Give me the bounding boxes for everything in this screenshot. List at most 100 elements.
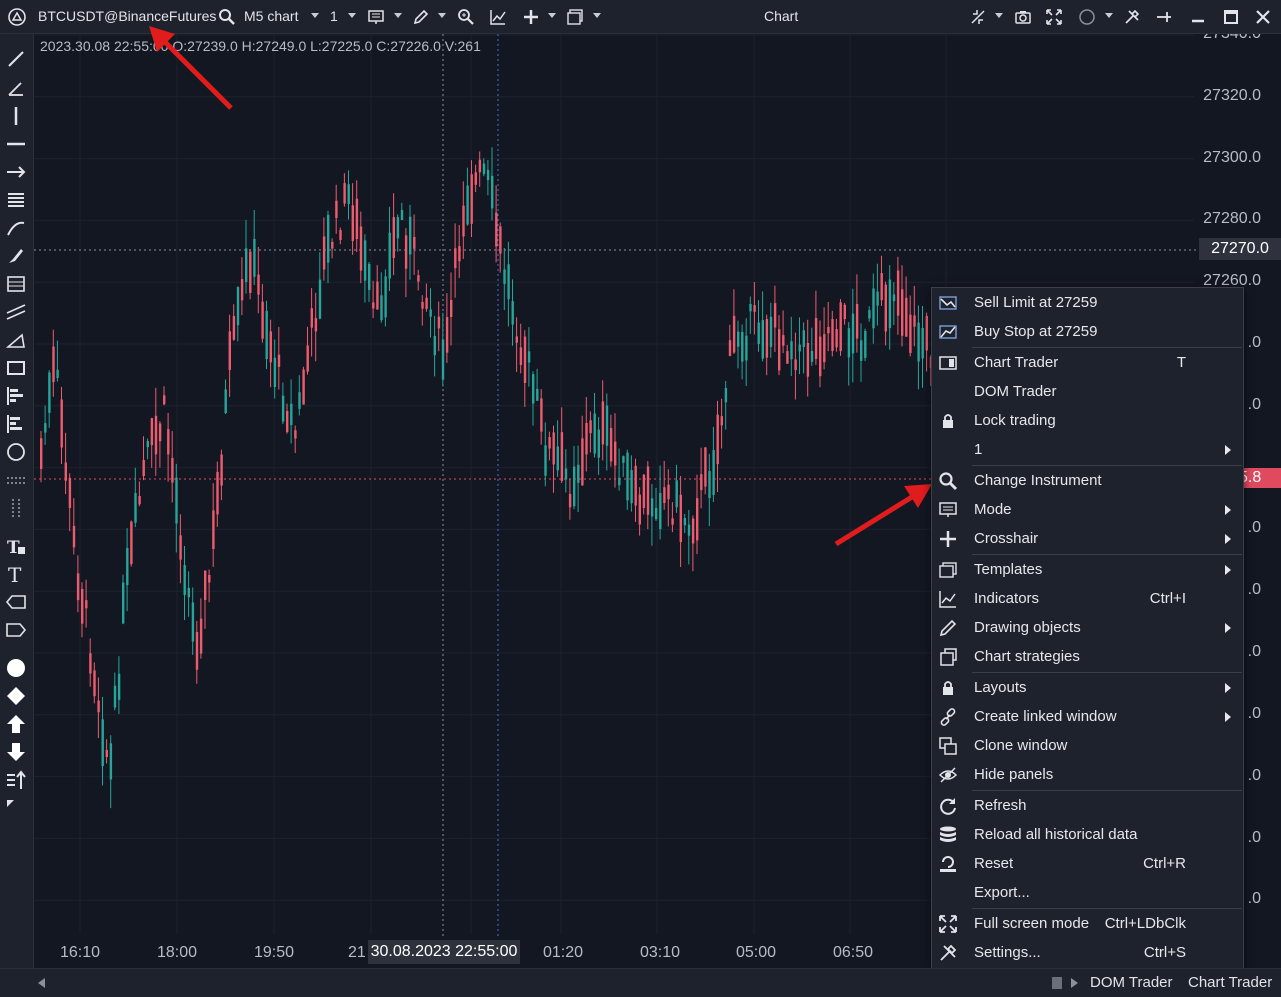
menu-item-account[interactable]: 1 [932,435,1243,464]
mode-icon[interactable] [367,8,385,26]
chart-trader-tab[interactable]: Chart Trader [1188,969,1272,997]
candle-body [232,315,236,340]
menu-item-refresh[interactable]: Refresh [932,791,1243,820]
menu-item-clone-window[interactable]: Clone window [932,731,1243,760]
vertical-line-icon[interactable] [5,105,27,127]
text-icon[interactable]: T [5,563,27,585]
chevron-down-icon[interactable] [593,13,601,18]
mode-icon [939,502,957,517]
scroll-left-icon[interactable] [38,978,46,988]
candle-body [138,496,141,505]
menu-item-layouts[interactable]: Layouts [932,673,1243,702]
candle-body [835,329,838,348]
menu-item-export[interactable]: Export... [932,878,1243,907]
menu-item-templates[interactable]: Templates [932,555,1243,584]
ellipse-icon[interactable] [5,441,27,463]
pencil-icon[interactable] [412,8,430,26]
chevron-down-icon[interactable] [394,13,402,18]
parallel-lines-icon[interactable] [5,189,27,211]
settings-icon[interactable] [1123,8,1141,26]
brush-icon[interactable] [5,245,27,267]
menu-item-crosshair[interactable]: Crosshair [932,524,1243,553]
arrow-down-icon[interactable] [5,741,27,763]
chevron-down-icon[interactable] [1105,13,1113,18]
scroll-right-icon[interactable] [1071,978,1079,988]
chevron-down-icon[interactable] [348,13,356,18]
channel-icon[interactable] [5,301,27,323]
ray-icon[interactable] [5,161,27,183]
candle-body [462,205,465,237]
scrollbar-thumb[interactable] [1052,977,1062,989]
menu-item-create-linked-window[interactable]: Create linked window [932,702,1243,731]
close-icon[interactable] [1254,8,1272,26]
menu-item-dom-trader[interactable]: DOM Trader [932,377,1243,406]
menu-item-reset[interactable]: Reset Ctrl+R [932,849,1243,878]
status-bar: DOM Trader Chart Trader [0,968,1281,997]
chevron-down-icon[interactable] [548,13,556,18]
fibonacci-icon[interactable] [5,273,27,295]
candle-body [560,432,564,481]
candle-body [396,217,400,239]
camera-icon[interactable] [1014,8,1032,26]
candle-body [474,172,477,185]
sort-icon[interactable] [5,769,27,791]
candle-body [786,351,789,364]
reset-icon [940,856,956,872]
chevron-down-icon[interactable] [311,13,319,18]
price-label-icon[interactable] [5,591,27,613]
menu-item-chart-trader[interactable]: Chart Trader T [932,348,1243,377]
label-icon[interactable] [5,619,27,641]
minimize-icon[interactable] [1189,8,1207,26]
diamond-marker-icon[interactable] [5,685,27,707]
angle-icon[interactable] [5,77,27,99]
menu-item-lock-trading[interactable]: Lock trading [932,406,1243,435]
menu-item-mode[interactable]: Mode [932,495,1243,524]
candle-body [302,369,305,405]
menu-item-drawing-objects[interactable]: Drawing objects [932,613,1243,642]
pin-icon[interactable] [1155,8,1173,26]
candle-body [860,340,863,361]
rectangle-icon[interactable] [5,357,27,379]
plus-icon[interactable] [522,8,540,26]
histogram-icon[interactable] [5,413,27,435]
menu-item-reload-history[interactable]: Reload all historical data [932,820,1243,849]
templates-icon[interactable] [566,8,584,26]
chevron-down-icon[interactable] [995,13,1003,18]
menu-item-full-screen[interactable]: Full screen mode Ctrl+LDbClk [932,909,1243,938]
candle-body [236,287,240,326]
range-icon[interactable] [5,469,27,491]
maximize-icon[interactable] [1222,8,1240,26]
candle-body [335,200,338,219]
arrow-up-icon[interactable] [5,713,27,735]
chevron-right-icon [1225,505,1231,515]
chart-type-select[interactable]: M5 chart [244,0,298,33]
curve-icon[interactable] [5,217,27,239]
menu-item-change-instrument[interactable]: Change Instrument [932,466,1243,495]
menu-item-sell-limit[interactable]: Sell Limit at 27259 [932,288,1243,317]
corner-expand-icon[interactable] [5,798,27,820]
menu-item-hide-panels[interactable]: Hide panels [932,760,1243,789]
link-off-icon[interactable] [969,8,987,26]
candle-body [884,284,887,332]
bar-count-select[interactable]: 1 [330,0,338,33]
indicators-icon[interactable] [489,8,507,26]
text-lock-icon[interactable]: T [5,535,27,557]
menu-item-indicators[interactable]: Indicators Ctrl+I [932,584,1243,613]
menu-item-chart-strategies[interactable]: Chart strategies [932,642,1243,671]
date-range-icon[interactable] [5,497,27,519]
trend-line-icon[interactable] [5,48,27,70]
candle-body [450,300,453,318]
triangle-icon[interactable] [5,329,27,351]
chevron-down-icon[interactable] [438,13,446,18]
volume-profile-icon[interactable] [5,385,27,407]
search-icon [939,472,958,491]
zoom-icon[interactable] [457,8,475,26]
menu-item-settings[interactable]: Settings... Ctrl+S [932,938,1243,967]
horizontal-line-icon[interactable] [5,133,27,155]
menu-item-buy-stop[interactable]: Buy Stop at 27259 [932,317,1243,346]
fullscreen-icon[interactable] [1045,8,1063,26]
dot-marker-icon[interactable] [5,657,27,679]
candle-body [240,279,244,301]
dom-trader-tab[interactable]: DOM Trader [1090,969,1173,997]
circle-icon[interactable] [1078,8,1096,26]
